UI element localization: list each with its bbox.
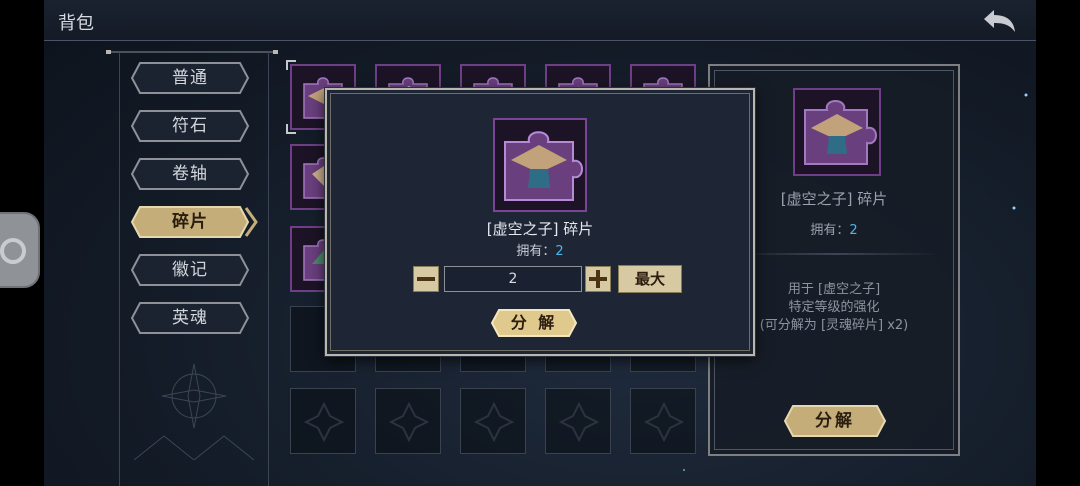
inventory-slot-empty[interactable] [460,388,526,454]
empty-slot-emblem-icon [389,402,429,442]
tab-label: 徽记 [172,260,208,280]
dialog-decompose-button[interactable]: 分 解 [490,308,578,342]
floating-assistant-bubble[interactable] [0,212,40,288]
dialog-owned-count: 拥有：2 [327,240,753,259]
detail-item-icon-frame [793,88,881,176]
increase-button[interactable] [585,266,611,292]
inventory-slot-empty[interactable] [290,388,356,454]
tab-rune[interactable]: 符石 [130,109,250,143]
empty-slot-emblem-icon [559,402,599,442]
right-bezel [1036,0,1080,486]
empty-slot-emblem-icon [304,402,344,442]
page-title: 背包 [58,13,94,34]
detail-decompose-button[interactable]: 分解 [783,404,887,438]
owned-label: 拥有： [810,223,850,238]
empty-slot-emblem-icon [644,402,684,442]
decompose-dialog: [虚空之子] 碎片 拥有：2 2 最大 分 解 [325,88,755,356]
tab-emblem[interactable]: 徽记 [130,253,250,287]
tab-label: 英魂 [172,308,208,328]
game-screen: 背包 普通 符石 卷轴 碎片 徽记 英魂 [虚空之子] 碎片 拥有：2 用于 [… [44,0,1036,486]
tab-label: 卷轴 [172,164,208,184]
inventory-slot-empty[interactable] [630,388,696,454]
tab-label: 普通 [172,68,208,88]
quantity-input[interactable]: 2 [444,266,582,292]
tab-hero-soul[interactable]: 英魂 [130,301,250,335]
minus-icon [417,277,435,281]
puzzle-piece-icon [504,131,583,201]
tab-fragment[interactable]: 碎片 [130,205,258,239]
tab-label: 符石 [172,116,208,136]
tab-label: 碎片 [172,212,208,232]
owned-value: 2 [555,244,564,259]
dialog-item-name: [虚空之子] 碎片 [486,220,594,238]
selection-corner [286,60,296,70]
tab-scroll[interactable]: 卷轴 [130,157,250,191]
owned-label: 拥有： [516,244,556,259]
button-label: 分解 [815,411,855,431]
selection-corner [286,124,296,134]
return-arrow-icon[interactable] [982,6,1020,34]
top-bar: 背包 [44,0,1036,41]
tab-normal[interactable]: 普通 [130,61,250,95]
inventory-slot-empty[interactable] [375,388,441,454]
button-label: 分 解 [510,313,558,332]
empty-slot-emblem-icon [474,402,514,442]
detail-divider [730,253,940,255]
plus-icon [589,270,607,288]
max-button[interactable]: 最大 [618,265,682,293]
assistant-icon [0,238,26,264]
inventory-slot-empty[interactable] [545,388,611,454]
sidebar-ornament [134,363,254,460]
decrease-button[interactable] [413,266,439,292]
dialog-item-icon-frame [493,118,587,212]
owned-value: 2 [849,223,858,238]
puzzle-piece-icon [804,100,877,165]
